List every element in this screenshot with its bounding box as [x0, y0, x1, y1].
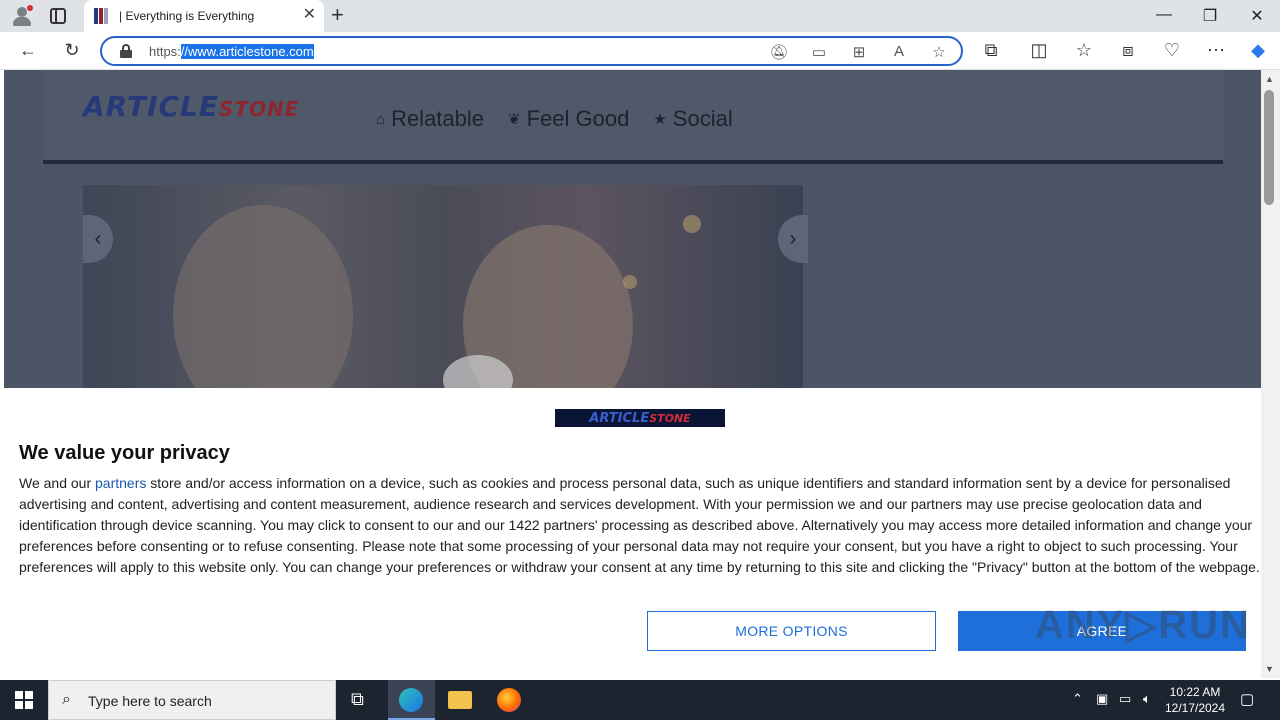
- nav-feel-good[interactable]: ❦ Feel Good: [508, 106, 629, 132]
- favorite-star-icon[interactable]: ☆: [929, 43, 949, 61]
- scroll-up-icon[interactable]: ▲: [1265, 74, 1274, 84]
- windows-start-icon[interactable]: [15, 691, 33, 709]
- anyrun-watermark: ANY▷RUN: [1035, 603, 1251, 647]
- scrollbar-thumb[interactable]: [1264, 90, 1274, 205]
- page-viewport: ARTICLESTONE ⌂ Relatable ❦ Feel Good ★ S…: [4, 70, 1261, 678]
- split-screen-icon[interactable]: ◫: [1027, 40, 1051, 60]
- taskbar-search[interactable]: ⌕ Type here to search: [48, 680, 336, 720]
- volume-icon[interactable]: 🔈︎: [1143, 691, 1151, 707]
- edge-taskbar-button[interactable]: [388, 680, 435, 720]
- favorites-icon[interactable]: ☆: [1072, 40, 1096, 60]
- read-aloud-icon[interactable]: A: [889, 43, 909, 60]
- task-view-icon[interactable]: ⧉: [351, 689, 364, 710]
- partners-link[interactable]: partners: [95, 475, 146, 491]
- search-icon: ⌕: [62, 691, 71, 708]
- consent-logo: ARTICLE STONE: [555, 409, 725, 427]
- page-scrollbar[interactable]: ▲ ▼: [1261, 70, 1280, 678]
- browser-essentials-icon[interactable]: ♡: [1160, 40, 1184, 60]
- extensions-icon[interactable]: ⧉: [979, 40, 1003, 60]
- network-icon[interactable]: ▭: [1119, 691, 1131, 707]
- clock[interactable]: 10:22 AM 12/17/2024: [1160, 684, 1230, 716]
- scroll-down-icon[interactable]: ▼: [1265, 664, 1274, 674]
- star-icon: ★: [653, 111, 667, 128]
- search-placeholder: Type here to search: [88, 693, 212, 709]
- leaf-icon: ❦: [508, 111, 521, 128]
- consent-title: We value your privacy: [19, 442, 230, 464]
- file-explorer-icon[interactable]: [448, 691, 472, 709]
- url-text[interactable]: https://www.articlestone.com: [149, 44, 314, 59]
- show-hidden-icons-icon[interactable]: ⌃: [1072, 691, 1083, 707]
- taskbar: ⌕ Type here to search ⧉ ⌃ ▣ ▭ 🔈︎ 10:22 A…: [0, 680, 1280, 720]
- collections-icon[interactable]: ⧈: [1116, 40, 1140, 60]
- back-icon[interactable]: ←: [16, 40, 40, 60]
- consent-body: We and our partners store and/or access …: [19, 475, 1260, 575]
- nav-relatable[interactable]: ⌂ Relatable: [376, 106, 484, 132]
- edge-icon: [399, 688, 423, 712]
- site-header: ARTICLESTONE ⌂ Relatable ❦ Feel Good ★ S…: [43, 70, 1223, 164]
- site-logo[interactable]: ARTICLESTONE: [83, 90, 299, 123]
- tab-active[interactable]: | Everything is Everything ✕: [84, 0, 324, 32]
- restore-button[interactable]: ❐: [1200, 6, 1220, 26]
- home-icon: ⌂: [376, 110, 386, 128]
- lock-icon[interactable]: [120, 44, 132, 58]
- tab-close-icon[interactable]: ✕: [303, 7, 316, 23]
- settings-more-icon[interactable]: ⋯: [1204, 40, 1228, 60]
- minimize-button[interactable]: —: [1154, 6, 1174, 24]
- nav-social[interactable]: ★ Social: [653, 106, 732, 132]
- notifications-blocked-icon[interactable]: 🔕︎: [769, 43, 789, 61]
- browser-toolbar: ← ↻ https://www.articlestone.com 🔕︎ ▭ ⊞ …: [0, 32, 1280, 70]
- address-bar[interactable]: https://www.articlestone.com 🔕︎ ▭ ⊞ A ☆: [100, 36, 963, 66]
- tab-actions-icon[interactable]: [50, 8, 66, 24]
- site-favicon-icon: [94, 8, 110, 24]
- more-options-button[interactable]: MORE OPTIONS: [647, 611, 936, 651]
- hero-slider-image[interactable]: [83, 185, 803, 395]
- site-nav: ⌂ Relatable ❦ Feel Good ★ Social: [376, 106, 733, 132]
- profile-avatar-icon[interactable]: [10, 5, 34, 27]
- tab-strip: | Everything is Everything ✕ + — ❐ ✕: [0, 0, 1280, 32]
- window-close-button[interactable]: ✕: [1247, 6, 1267, 26]
- immersive-reader-icon[interactable]: ⊞: [849, 43, 869, 61]
- notifications-icon[interactable]: ▢: [1240, 690, 1254, 708]
- firefox-icon[interactable]: [497, 688, 521, 712]
- new-tab-button[interactable]: +: [331, 4, 344, 26]
- copilot-icon[interactable]: ◆: [1246, 40, 1270, 60]
- refresh-icon[interactable]: ↻: [60, 40, 84, 60]
- app-available-icon[interactable]: ▭: [809, 43, 829, 61]
- device-icon[interactable]: ▣: [1096, 691, 1108, 707]
- tab-title: | Everything is Everything: [119, 9, 255, 23]
